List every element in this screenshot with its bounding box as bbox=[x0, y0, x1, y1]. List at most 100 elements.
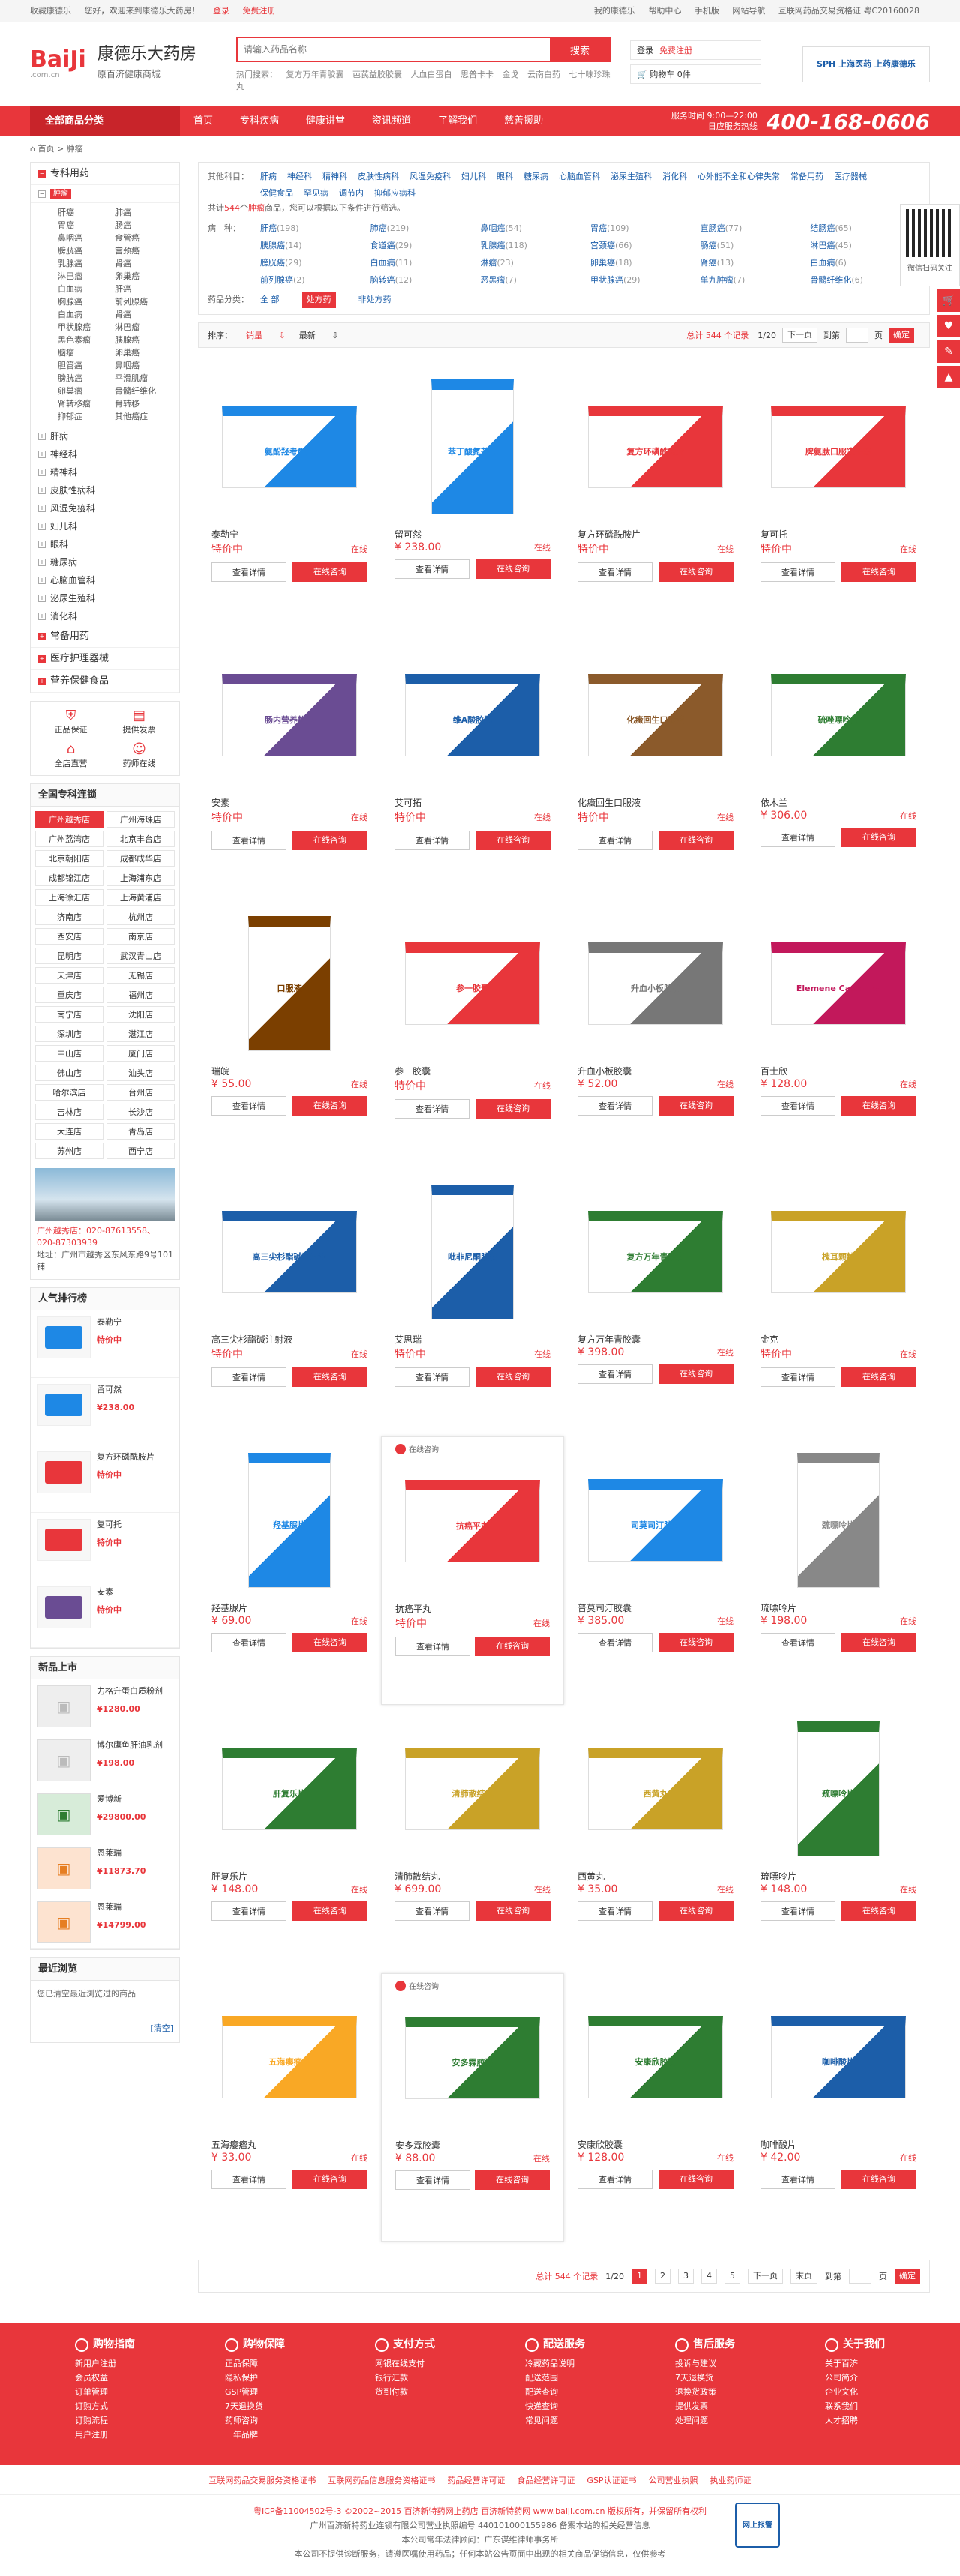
sidebar-category[interactable]: + 妇儿科 bbox=[31, 517, 179, 535]
sub-category-link[interactable]: 膀胱癌 bbox=[58, 244, 115, 257]
product-image[interactable]: 肝复乐片 bbox=[212, 1714, 368, 1864]
sidebar-big-category[interactable]: + 医疗护理器械 bbox=[31, 648, 179, 670]
new-item[interactable]: ▣ 博尔鹰鱼肝油乳剂 ¥198.00 bbox=[31, 1733, 179, 1787]
view-details-button[interactable]: 查看详情 bbox=[578, 1364, 652, 1384]
nav-health-class[interactable]: 健康讲堂 bbox=[292, 106, 358, 136]
product-card[interactable]: 在线咨询 抗癌平丸 抗癌平丸 特价中 在线 查看详情 在线咨询 bbox=[381, 1436, 564, 1705]
footer-link[interactable]: 订购方式 bbox=[75, 2399, 135, 2413]
footer-link[interactable]: 订单管理 bbox=[75, 2385, 135, 2399]
sub-category-link[interactable]: 淋巴瘤 bbox=[115, 321, 172, 334]
sub-category-link[interactable]: 卵巢瘤 bbox=[58, 385, 115, 397]
product-image[interactable]: 硫唑嘌呤片 bbox=[760, 640, 916, 790]
header-register[interactable]: 免费注册 bbox=[659, 44, 692, 56]
product-name[interactable]: 普莫司汀胶囊 bbox=[578, 1601, 734, 1613]
brand-filter[interactable]: 风湿免疫科 bbox=[410, 169, 451, 185]
brand-filter[interactable]: 肝病 bbox=[260, 169, 277, 185]
sub-category-link[interactable]: 卵巢癌 bbox=[115, 346, 172, 359]
cert-link[interactable]: GSP认证证书 bbox=[586, 2474, 636, 2486]
product-card[interactable]: 槐耳颗粒 金克 特价中 在线 查看详情 在线咨询 bbox=[747, 1168, 930, 1436]
product-image[interactable]: 氨酚羟考酮片 bbox=[212, 372, 368, 522]
sub-category-link[interactable]: 肾癌 bbox=[115, 308, 172, 321]
view-details-button[interactable]: 查看详情 bbox=[578, 562, 652, 582]
view-details-button[interactable]: 查看详情 bbox=[212, 1367, 286, 1387]
online-consult-button[interactable]: 在线咨询 bbox=[842, 1633, 916, 1652]
sub-category-link[interactable]: 宫颈癌 bbox=[115, 244, 172, 257]
footer-link[interactable]: 联系我们 bbox=[825, 2399, 885, 2413]
sidebar-category[interactable]: + 肝病 bbox=[31, 427, 179, 445]
hot-keyword[interactable]: 复方万年青胶囊 bbox=[286, 70, 344, 79]
product-name[interactable]: 复方环磷酰胺片 bbox=[578, 528, 734, 540]
all-categories-button[interactable]: 全部商品分类 bbox=[30, 106, 180, 136]
product-image[interactable]: 清肺散结丸 bbox=[394, 1714, 550, 1864]
product-card[interactable]: 司莫司汀胶囊 普莫司汀胶囊 ¥ 385.00 在线 查看详情 在线咨询 bbox=[564, 1436, 747, 1705]
store-link[interactable]: 沈阳店 bbox=[106, 1006, 175, 1023]
view-details-button[interactable]: 查看详情 bbox=[578, 1901, 652, 1921]
rank-item[interactable]: 复可托 特价中 bbox=[31, 1513, 179, 1580]
product-image[interactable]: 槐耳颗粒 bbox=[760, 1177, 916, 1327]
brand-filter[interactable]: 泌尿生殖科 bbox=[610, 169, 652, 185]
view-details-button[interactable]: 查看详情 bbox=[395, 1637, 470, 1656]
product-image[interactable]: 复方万年青胶囊 bbox=[578, 1177, 734, 1327]
sub-category-link[interactable]: 黑色素瘤 bbox=[58, 334, 115, 346]
brand-filter[interactable]: 调节内 bbox=[339, 185, 364, 202]
product-card[interactable]: 高三尖杉酯碱注射液 高三尖杉酯碱注射液 特价中 在线 查看详情 在线咨询 bbox=[198, 1168, 381, 1436]
footer-link[interactable]: 银行汇款 bbox=[375, 2371, 435, 2385]
product-card[interactable]: 巯嘌呤片 琉嘌呤片 ¥ 148.00 在线 查看详情 在线咨询 bbox=[747, 1705, 930, 1973]
footer-link[interactable]: 提供发票 bbox=[675, 2399, 735, 2413]
view-details-button[interactable]: 查看详情 bbox=[760, 1901, 836, 1921]
view-details-button[interactable]: 查看详情 bbox=[760, 2170, 836, 2189]
view-details-button[interactable]: 查看详情 bbox=[212, 2170, 286, 2189]
brand-filter[interactable]: 常备用药 bbox=[790, 169, 824, 185]
footer-link[interactable]: 冷藏药品说明 bbox=[525, 2356, 585, 2371]
top-float-icon[interactable]: ▲ bbox=[938, 366, 960, 388]
product-name[interactable]: 百士欣 bbox=[760, 1065, 916, 1077]
footer-link[interactable]: 配送查询 bbox=[525, 2385, 585, 2399]
page-4[interactable]: 4 bbox=[701, 2269, 717, 2284]
footer-link[interactable]: 配送范围 bbox=[525, 2371, 585, 2385]
footer-link[interactable]: 处理问题 bbox=[675, 2413, 735, 2428]
online-consult-button[interactable]: 在线咨询 bbox=[475, 1637, 550, 1656]
product-card[interactable]: 复方万年青胶囊 复方万年青胶囊 ¥ 398.00 在线 查看详情 在线咨询 bbox=[564, 1168, 747, 1436]
product-name[interactable]: 西黄丸 bbox=[578, 1870, 734, 1882]
online-consult-button[interactable]: 在线咨询 bbox=[476, 559, 550, 579]
view-details-button[interactable]: 查看详情 bbox=[394, 1367, 470, 1387]
sort-sales[interactable]: 销量 ⇩ bbox=[246, 331, 286, 340]
cert-link[interactable]: 互联网药品交易服务资格证书 bbox=[208, 2474, 316, 2486]
my-account-link[interactable]: 我的康德乐 bbox=[594, 6, 635, 16]
sidebar-category[interactable]: + 风湿免疫科 bbox=[31, 499, 179, 517]
sidebar-big-category[interactable]: + 营养保健食品 bbox=[31, 670, 179, 693]
sidebar-category[interactable]: + 精神科 bbox=[31, 463, 179, 481]
brand-filter[interactable]: 心外能不全和心律失常 bbox=[698, 169, 780, 185]
product-name[interactable]: 依木兰 bbox=[760, 796, 916, 808]
store-link[interactable]: 北京朝阳店 bbox=[35, 850, 104, 867]
product-card[interactable]: 化癥回生口服液 化癥回生口服液 特价中 在线 查看详情 在线咨询 bbox=[564, 631, 747, 900]
product-image[interactable]: 苯丁酸氮芥片 bbox=[394, 372, 550, 522]
store-link[interactable]: 成都锦江店 bbox=[35, 870, 104, 886]
rank-item[interactable]: 留可然 ¥238.00 bbox=[31, 1378, 179, 1445]
product-image[interactable]: 吡非尼酮胶囊 bbox=[394, 1177, 550, 1327]
brand-filter[interactable]: 抑郁应病科 bbox=[374, 185, 416, 202]
product-name[interactable]: 升血小板胶囊 bbox=[578, 1065, 734, 1077]
hot-keyword[interactable]: 金戈 bbox=[502, 70, 519, 79]
disease-filter[interactable]: 卵巢癌(18) bbox=[590, 255, 700, 271]
product-name[interactable]: 咖啡酸片 bbox=[760, 2138, 916, 2150]
sort-newest[interactable]: 最新 ⇩ bbox=[299, 331, 339, 340]
view-details-button[interactable]: 查看详情 bbox=[212, 1633, 286, 1652]
cert-link[interactable]: 食品经营许可证 bbox=[517, 2474, 574, 2486]
online-consult-button[interactable]: 在线咨询 bbox=[292, 1633, 368, 1652]
type-all[interactable]: 全 部 bbox=[260, 292, 280, 308]
brand-filter[interactable]: 精神科 bbox=[322, 169, 347, 185]
cert-link[interactable]: 执业药师证 bbox=[710, 2474, 752, 2486]
product-image[interactable]: 脾氨肽口服冻干粉 bbox=[760, 372, 916, 522]
cart-link[interactable]: 购物车 0件 bbox=[650, 68, 691, 80]
site-logo[interactable]: BaiJi .com.cn 康德乐大药房 原百济健康商城 bbox=[30, 45, 236, 84]
online-consult-button[interactable]: 在线咨询 bbox=[476, 1367, 550, 1387]
product-image[interactable]: 肠内营养粉剂 bbox=[212, 640, 368, 790]
login-link[interactable]: 登录 bbox=[213, 6, 230, 16]
footer-link[interactable]: 十年品牌 bbox=[225, 2428, 285, 2442]
store-link[interactable]: 湛江店 bbox=[106, 1026, 175, 1042]
view-details-button[interactable]: 查看详情 bbox=[760, 1096, 836, 1116]
pager-input[interactable] bbox=[849, 2269, 872, 2284]
product-image[interactable]: 安康欣胶囊 bbox=[578, 1982, 734, 2132]
product-name[interactable]: 清肺散结丸 bbox=[394, 1870, 550, 1882]
